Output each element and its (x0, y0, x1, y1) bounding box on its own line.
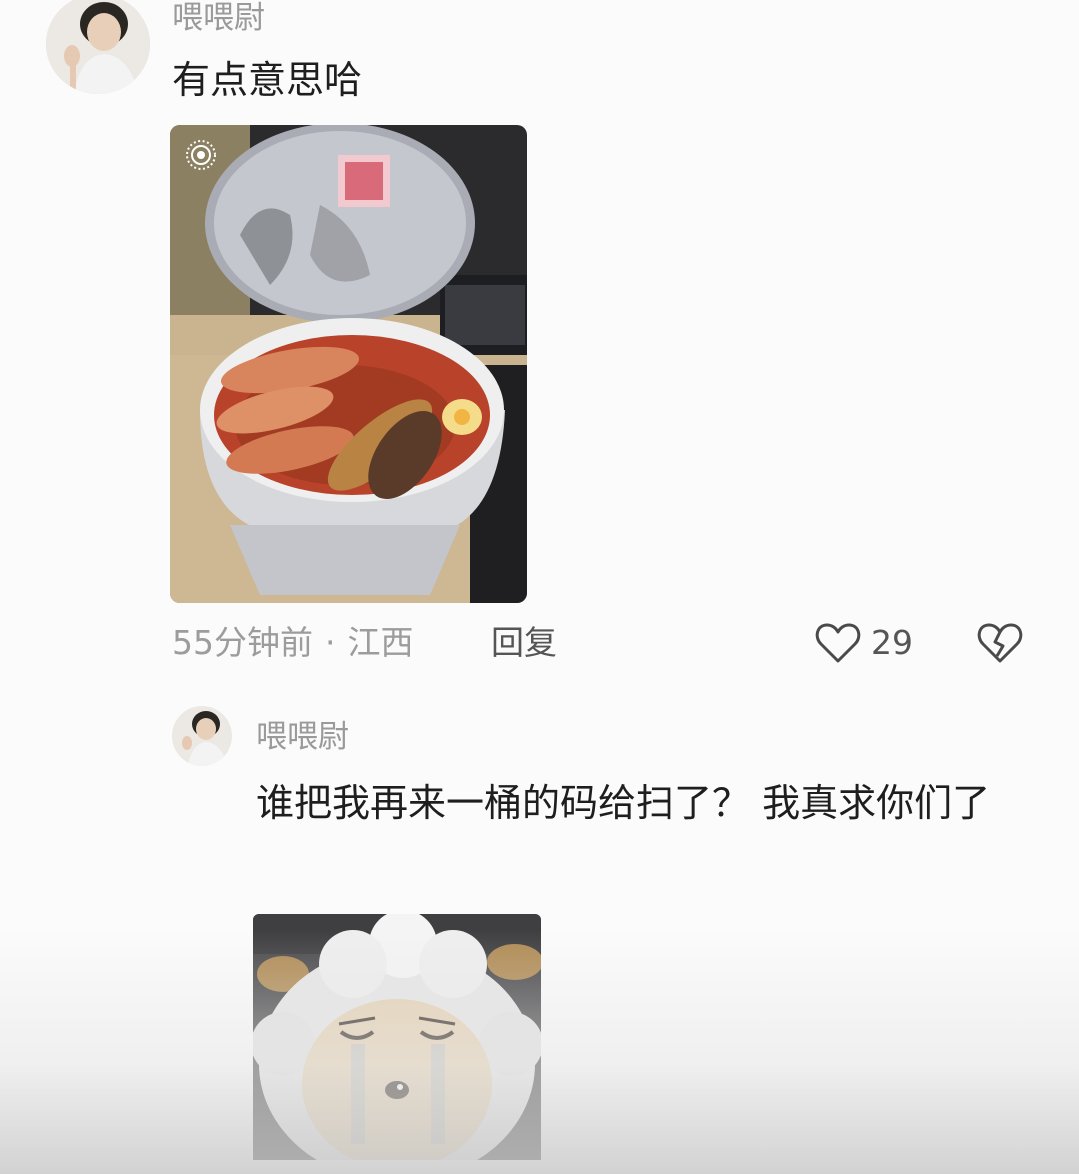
reply-button[interactable]: 回复 (491, 620, 557, 666)
dislike-button[interactable] (976, 620, 1024, 666)
heart-outline-icon (815, 623, 861, 663)
comment-time: 55分钟前 (172, 623, 313, 662)
broken-heart-icon (977, 623, 1023, 663)
comment-meta: 55分钟前 · 江西 (172, 620, 414, 666)
comment-photo[interactable] (170, 125, 527, 603)
comment-location: 江西 (347, 623, 414, 662)
comment-text: 有点意思哈 (172, 58, 363, 102)
reply-username[interactable]: 喂喂尉 (256, 716, 349, 758)
user-avatar[interactable] (46, 0, 150, 94)
reply-user-avatar[interactable] (172, 706, 232, 766)
meta-separator: · (325, 623, 336, 662)
reply-sticker-image[interactable] (253, 914, 541, 1160)
username[interactable]: 喂喂尉 (172, 0, 265, 38)
like-count: 29 (871, 623, 913, 662)
reply-text: 谁把我再来一桶的码给扫了？ 我真求你们了 (256, 781, 991, 825)
like-button[interactable]: 29 (815, 620, 913, 666)
